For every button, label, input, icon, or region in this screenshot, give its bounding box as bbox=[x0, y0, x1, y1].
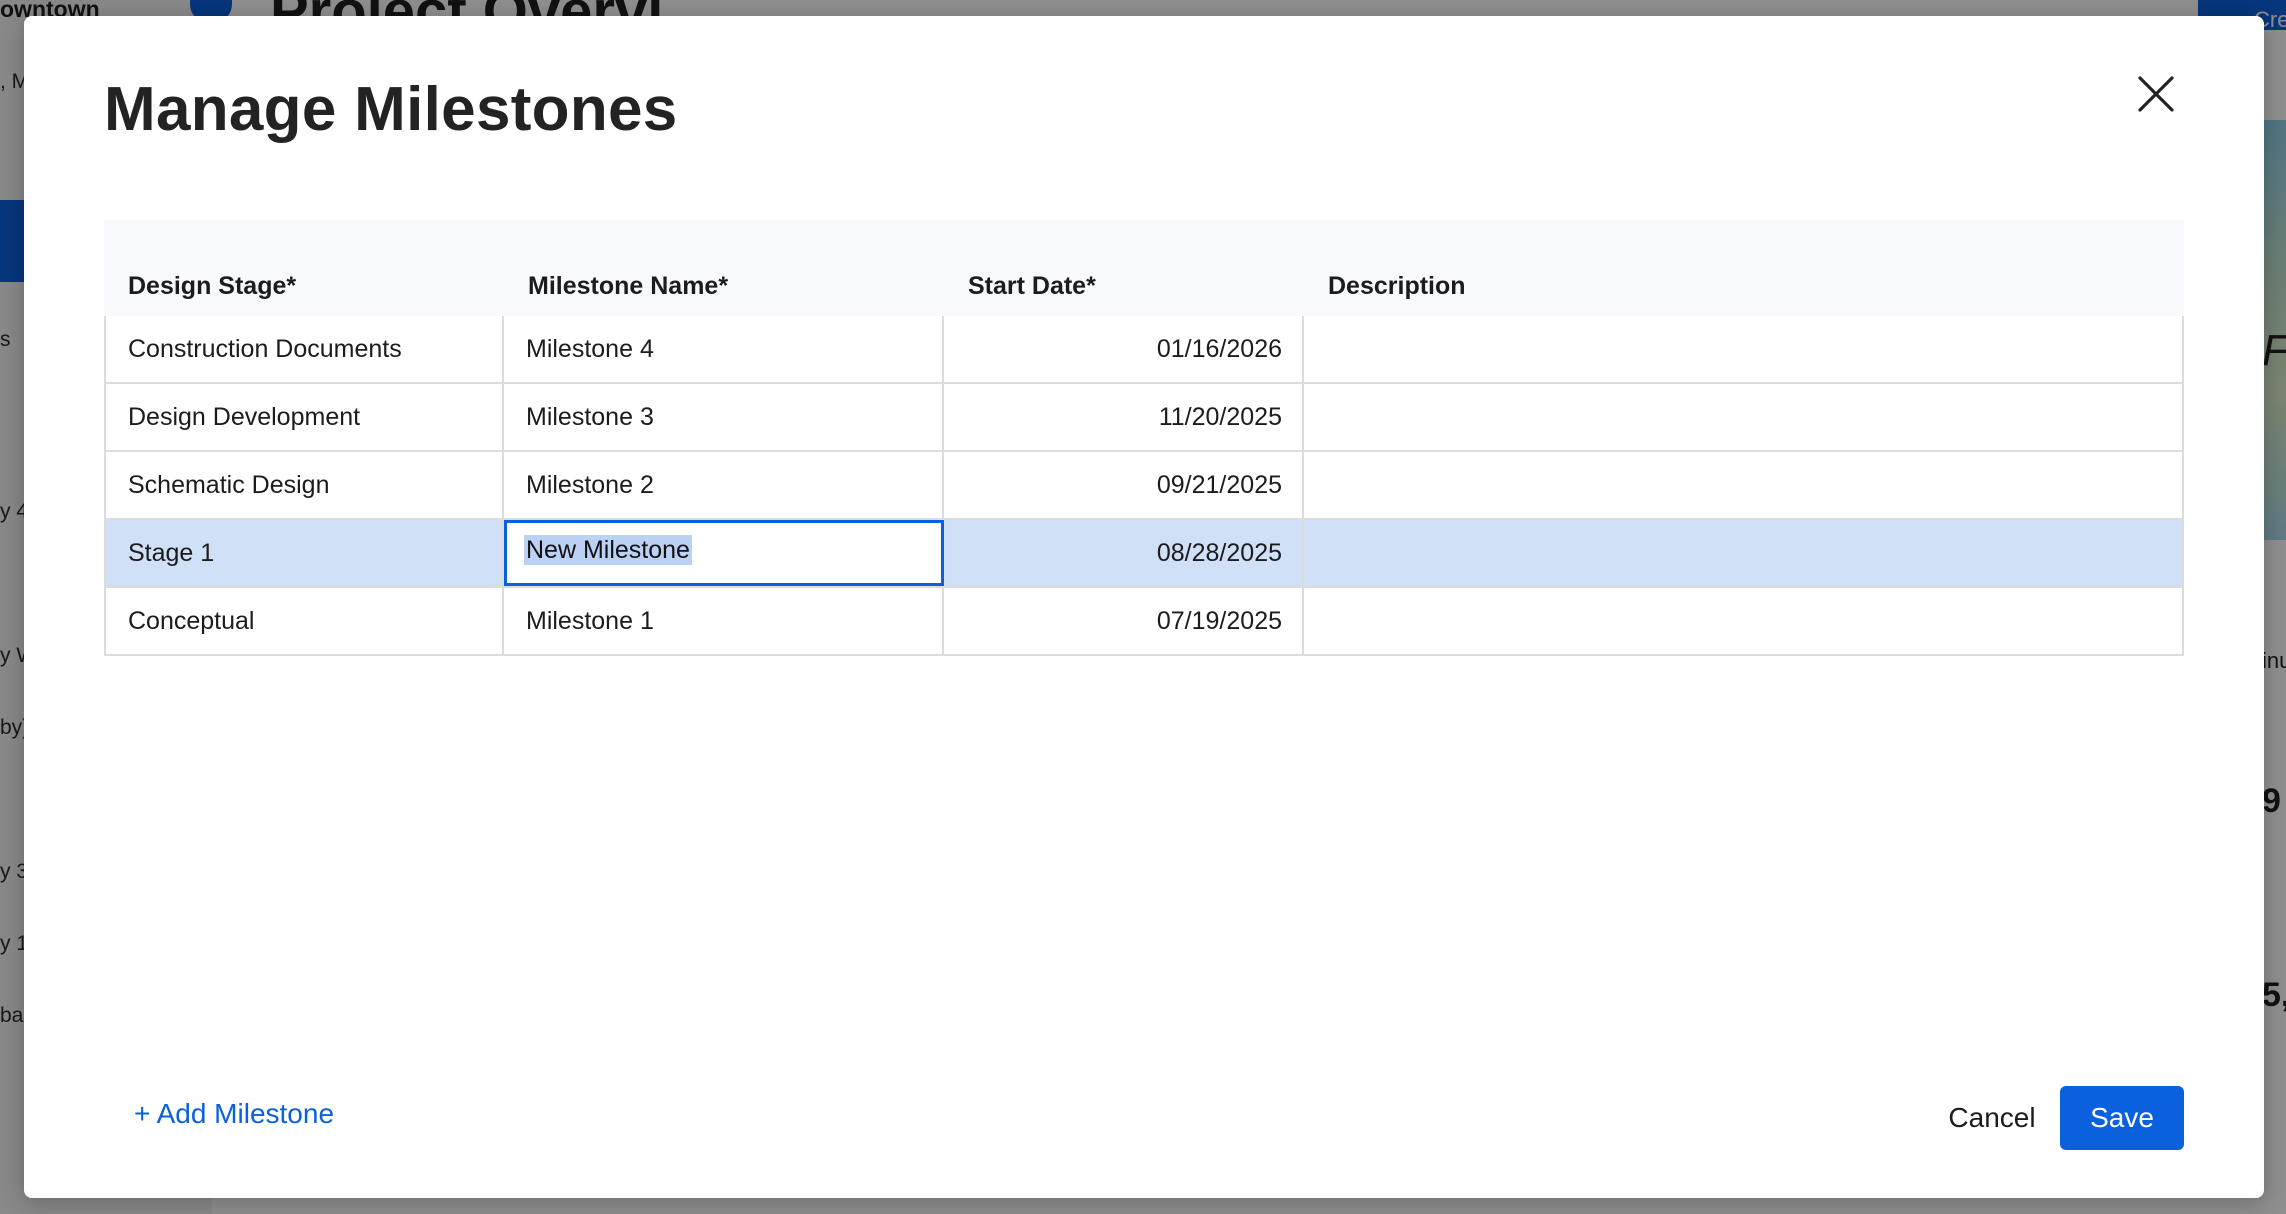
milestone-name-cell[interactable]: Milestone 4 bbox=[504, 316, 944, 382]
design-stage-cell[interactable]: Design Development bbox=[104, 384, 504, 450]
table-row[interactable]: Design Development Milestone 3 11/20/202… bbox=[104, 384, 2184, 452]
start-date-cell[interactable]: 09/21/2025 bbox=[944, 452, 1304, 518]
milestone-name-cell[interactable]: Milestone 2 bbox=[504, 452, 944, 518]
cancel-button[interactable]: Cancel bbox=[1924, 1086, 2060, 1150]
design-stage-cell[interactable]: Schematic Design bbox=[104, 452, 504, 518]
start-date-cell[interactable]: 07/19/2025 bbox=[944, 588, 1304, 654]
column-header-start-date[interactable]: Start Date* bbox=[944, 220, 1304, 316]
description-cell[interactable] bbox=[1304, 316, 2184, 382]
table-row[interactable]: Schematic Design Milestone 2 09/21/2025 bbox=[104, 452, 2184, 520]
design-stage-cell[interactable]: Stage 1 bbox=[104, 520, 504, 586]
milestone-name-cell[interactable]: Milestone 1 bbox=[504, 588, 944, 654]
manage-milestones-dialog: Manage Milestones Design Stage* Mileston… bbox=[24, 16, 2264, 1198]
dialog-title: Manage Milestones bbox=[104, 75, 678, 144]
start-date-cell[interactable]: 01/16/2026 bbox=[944, 316, 1304, 382]
table-row-selected[interactable]: Stage 1 New Milestone 08/28/2025 bbox=[104, 520, 2184, 588]
milestone-name-cell[interactable]: Milestone 3 bbox=[504, 384, 944, 450]
milestone-name-selected-text[interactable]: New Milestone bbox=[524, 535, 692, 565]
milestone-name-input[interactable]: New Milestone bbox=[504, 520, 944, 586]
description-cell[interactable] bbox=[1304, 384, 2184, 450]
column-header-description[interactable]: Description bbox=[1304, 220, 2184, 316]
description-cell[interactable] bbox=[1304, 520, 2184, 586]
start-date-cell[interactable]: 08/28/2025 bbox=[944, 520, 1304, 586]
table-header: Design Stage* Milestone Name* Start Date… bbox=[104, 220, 2184, 316]
close-icon bbox=[2138, 76, 2174, 112]
milestones-table: Design Stage* Milestone Name* Start Date… bbox=[104, 220, 2184, 656]
save-button[interactable]: Save bbox=[2060, 1086, 2184, 1150]
design-stage-cell[interactable]: Conceptual bbox=[104, 588, 504, 654]
column-header-design-stage[interactable]: Design Stage* bbox=[104, 220, 504, 316]
table-row[interactable]: Construction Documents Milestone 4 01/16… bbox=[104, 316, 2184, 384]
design-stage-cell[interactable]: Construction Documents bbox=[104, 316, 504, 382]
start-date-cell[interactable]: 11/20/2025 bbox=[944, 384, 1304, 450]
description-cell[interactable] bbox=[1304, 452, 2184, 518]
column-header-milestone-name[interactable]: Milestone Name* bbox=[504, 220, 944, 316]
add-milestone-button[interactable]: + Add Milestone bbox=[134, 1098, 334, 1130]
close-button[interactable] bbox=[2128, 66, 2184, 122]
description-cell[interactable] bbox=[1304, 588, 2184, 654]
table-row[interactable]: Conceptual Milestone 1 07/19/2025 bbox=[104, 588, 2184, 656]
